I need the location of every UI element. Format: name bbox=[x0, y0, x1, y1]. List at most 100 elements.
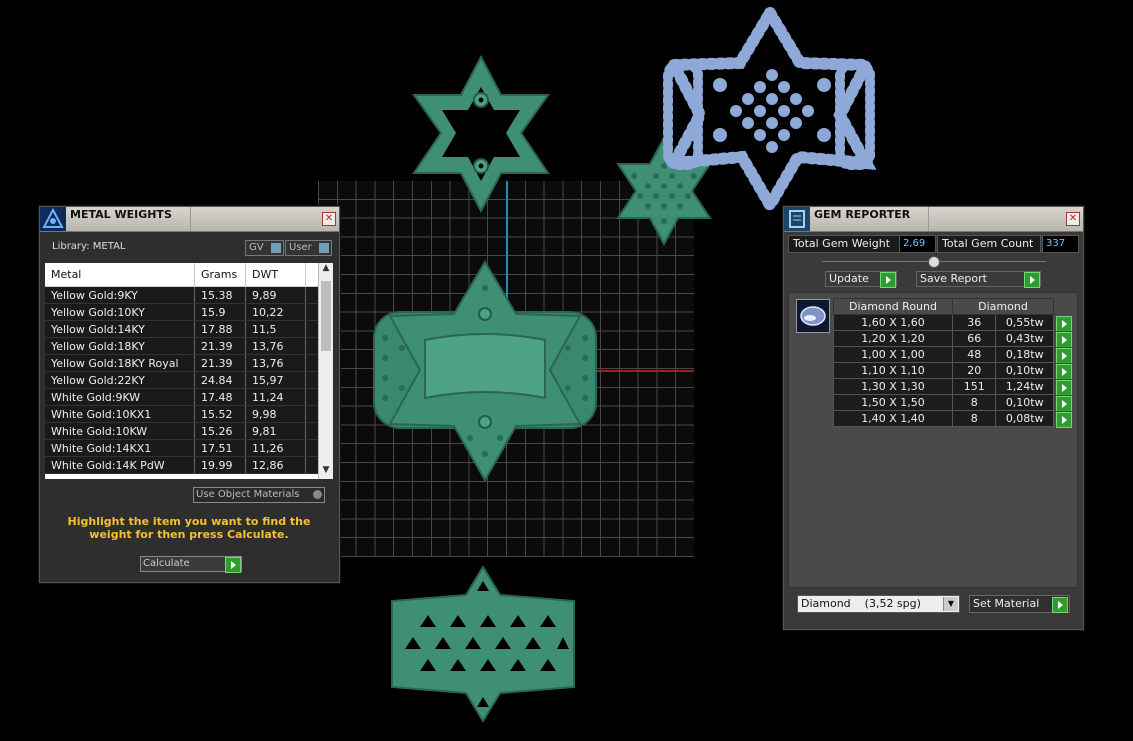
gem-weight-cell: 0,10tw bbox=[995, 362, 1054, 379]
total-gem-weight-label: Total Gem Weight bbox=[788, 235, 900, 253]
metal-row[interactable]: Yellow Gold:14KY 17.88 11,5 bbox=[45, 320, 329, 338]
total-gem-count-value: 337 bbox=[1042, 235, 1079, 253]
gem-count-cell: 8 bbox=[951, 394, 997, 411]
metal-row[interactable]: Yellow Gold:9KY 15.38 9,89 bbox=[45, 286, 329, 304]
play-arrow-icon bbox=[225, 557, 241, 573]
user-toggle[interactable]: User bbox=[285, 240, 332, 256]
metal-table-scrollbar[interactable]: ▲ ▼ bbox=[318, 263, 333, 479]
gem-count-cell: 36 bbox=[951, 314, 997, 331]
gem-ring-model[interactable] bbox=[660, 5, 876, 211]
set-material-button[interactable]: Set Material bbox=[969, 595, 1070, 613]
select-gem-arrow-icon[interactable] bbox=[1056, 379, 1072, 396]
gem-row[interactable]: 1,20 X 1,20 66 0,43tw bbox=[833, 330, 1073, 348]
gem-row[interactable]: 1,00 X 1,00 48 0,18tw bbox=[833, 346, 1073, 364]
use-object-materials-toggle[interactable]: Use Object Materials bbox=[193, 487, 325, 503]
gem-row[interactable]: 1,60 X 1,60 36 0,55tw bbox=[833, 314, 1073, 332]
select-gem-arrow-icon[interactable] bbox=[1056, 363, 1072, 380]
gem-count-cell: 48 bbox=[951, 346, 997, 363]
star-ring-model[interactable] bbox=[370, 258, 600, 484]
metal-name-cell: Yellow Gold:14KY bbox=[45, 320, 195, 338]
gem-reporter-panel: GEM REPORTER ✕ Total Gem Weight 2,69 Tot… bbox=[783, 206, 1084, 630]
chevron-down-icon[interactable]: ▼ bbox=[943, 597, 958, 611]
select-gem-arrow-icon[interactable] bbox=[1056, 411, 1072, 428]
column-header-grams[interactable]: Grams bbox=[194, 263, 246, 287]
close-icon[interactable]: ✕ bbox=[1066, 212, 1080, 226]
save-report-button[interactable]: Save Report bbox=[916, 271, 1041, 288]
library-label: Library: METAL bbox=[52, 241, 126, 252]
dwt-cell: 9,98 bbox=[245, 405, 306, 423]
gem-size-cell: 1,40 X 1,40 bbox=[833, 410, 953, 427]
calculate-hint: Highlight the item you want to find the … bbox=[67, 515, 311, 541]
toggle-switch-icon bbox=[319, 243, 329, 253]
dwt-cell: 9,81 bbox=[245, 422, 306, 440]
grams-cell: 17.88 bbox=[194, 320, 246, 338]
metal-row[interactable]: Yellow Gold:18KY Royal 21.39 13,76 bbox=[45, 354, 329, 372]
lattice-ring-model[interactable] bbox=[388, 565, 578, 725]
metal-name-cell: White Gold:14K PdW bbox=[45, 456, 195, 474]
total-gem-count-label: Total Gem Count bbox=[937, 235, 1041, 253]
play-arrow-icon bbox=[1052, 597, 1068, 613]
star-pendant-model[interactable] bbox=[408, 55, 554, 215]
toggle-switch-icon bbox=[271, 243, 281, 253]
close-icon[interactable]: ✕ bbox=[322, 212, 336, 226]
play-arrow-icon bbox=[880, 272, 896, 288]
column-header-dwt[interactable]: DWT bbox=[245, 263, 306, 287]
dwt-cell: 15,97 bbox=[245, 371, 306, 389]
metal-row[interactable]: Yellow Gold:10KY 15.9 10,22 bbox=[45, 303, 329, 321]
select-gem-arrow-icon[interactable] bbox=[1056, 315, 1072, 332]
gem-row[interactable]: 1,40 X 1,40 8 0,08tw bbox=[833, 410, 1073, 428]
scroll-thumb[interactable] bbox=[321, 281, 331, 351]
dwt-cell: 9,89 bbox=[245, 286, 306, 304]
grams-cell: 24.84 bbox=[194, 371, 246, 389]
gem-weight-cell: 0,18tw bbox=[995, 346, 1054, 363]
metal-row[interactable]: Yellow Gold:18KY 21.39 13,76 bbox=[45, 337, 329, 355]
column-header-diamond: Diamond bbox=[952, 298, 1054, 315]
scroll-up-icon[interactable]: ▲ bbox=[319, 263, 333, 277]
grams-cell: 17.51 bbox=[194, 439, 246, 457]
metal-weights-title: METAL WEIGHTS bbox=[70, 207, 191, 231]
material-dropdown-value: Diamond (3,52 spg) bbox=[801, 597, 921, 610]
select-gem-arrow-icon[interactable] bbox=[1056, 395, 1072, 412]
metal-row[interactable]: Yellow Gold:22KY 24.84 15,97 bbox=[45, 371, 329, 389]
gem-count-cell: 20 bbox=[951, 362, 997, 379]
gem-size-cell: 1,10 X 1,10 bbox=[833, 362, 953, 379]
gem-size-cell: 1,20 X 1,20 bbox=[833, 330, 953, 347]
gem-size-cell: 1,00 X 1,00 bbox=[833, 346, 953, 363]
column-header-metal[interactable]: Metal bbox=[45, 263, 195, 287]
gem-weight-cell: 0,08tw bbox=[995, 410, 1054, 427]
metal-weights-titlebar[interactable]: METAL WEIGHTS ✕ bbox=[40, 207, 339, 232]
collapse-toggle-icon[interactable] bbox=[928, 256, 940, 268]
gem-size-cell: 1,60 X 1,60 bbox=[833, 314, 953, 331]
material-dropdown[interactable]: Diamond (3,52 spg) ▼ bbox=[797, 595, 960, 613]
scroll-down-icon[interactable]: ▼ bbox=[319, 465, 333, 479]
metal-name-cell: Yellow Gold:9KY bbox=[45, 286, 195, 304]
use-object-materials-label: Use Object Materials bbox=[196, 489, 300, 500]
grams-cell: 17.48 bbox=[194, 388, 246, 406]
gem-row[interactable]: 1,30 X 1,30 151 1,24tw bbox=[833, 378, 1073, 396]
gem-count-cell: 66 bbox=[951, 330, 997, 347]
calculate-button[interactable]: Calculate bbox=[140, 556, 242, 573]
select-gem-arrow-icon[interactable] bbox=[1056, 331, 1072, 348]
metal-row[interactable]: White Gold:10KW 15.26 9,81 bbox=[45, 422, 329, 440]
metal-name-cell: White Gold:10KX1 bbox=[45, 405, 195, 423]
dwt-cell: 11,24 bbox=[245, 388, 306, 406]
metal-row[interactable]: White Gold:9KW 17.48 11,24 bbox=[45, 388, 329, 406]
grams-cell: 21.39 bbox=[194, 354, 246, 372]
gem-reporter-titlebar[interactable]: GEM REPORTER ✕ bbox=[784, 207, 1083, 232]
gem-row[interactable]: 1,50 X 1,50 8 0,10tw bbox=[833, 394, 1073, 412]
update-label: Update bbox=[829, 272, 869, 285]
metal-name-cell: Yellow Gold:22KY bbox=[45, 371, 195, 389]
metal-row[interactable]: White Gold:14KX1 17.51 11,26 bbox=[45, 439, 329, 457]
set-material-label: Set Material bbox=[973, 597, 1040, 610]
metal-row[interactable]: White Gold:14K PdW 19.99 12,86 bbox=[45, 456, 329, 474]
gv-toggle[interactable]: GV bbox=[245, 240, 284, 256]
select-gem-arrow-icon[interactable] bbox=[1056, 347, 1072, 364]
calculate-label: Calculate bbox=[143, 558, 190, 569]
gv-toggle-label: GV bbox=[249, 242, 264, 253]
update-button[interactable]: Update bbox=[825, 271, 897, 288]
metal-name-cell: White Gold:9KW bbox=[45, 388, 195, 406]
metal-name-cell: Yellow Gold:18KY bbox=[45, 337, 195, 355]
gem-size-cell: 1,50 X 1,50 bbox=[833, 394, 953, 411]
metal-row[interactable]: White Gold:10KX1 15.52 9,98 bbox=[45, 405, 329, 423]
gem-row[interactable]: 1,10 X 1,10 20 0,10tw bbox=[833, 362, 1073, 380]
